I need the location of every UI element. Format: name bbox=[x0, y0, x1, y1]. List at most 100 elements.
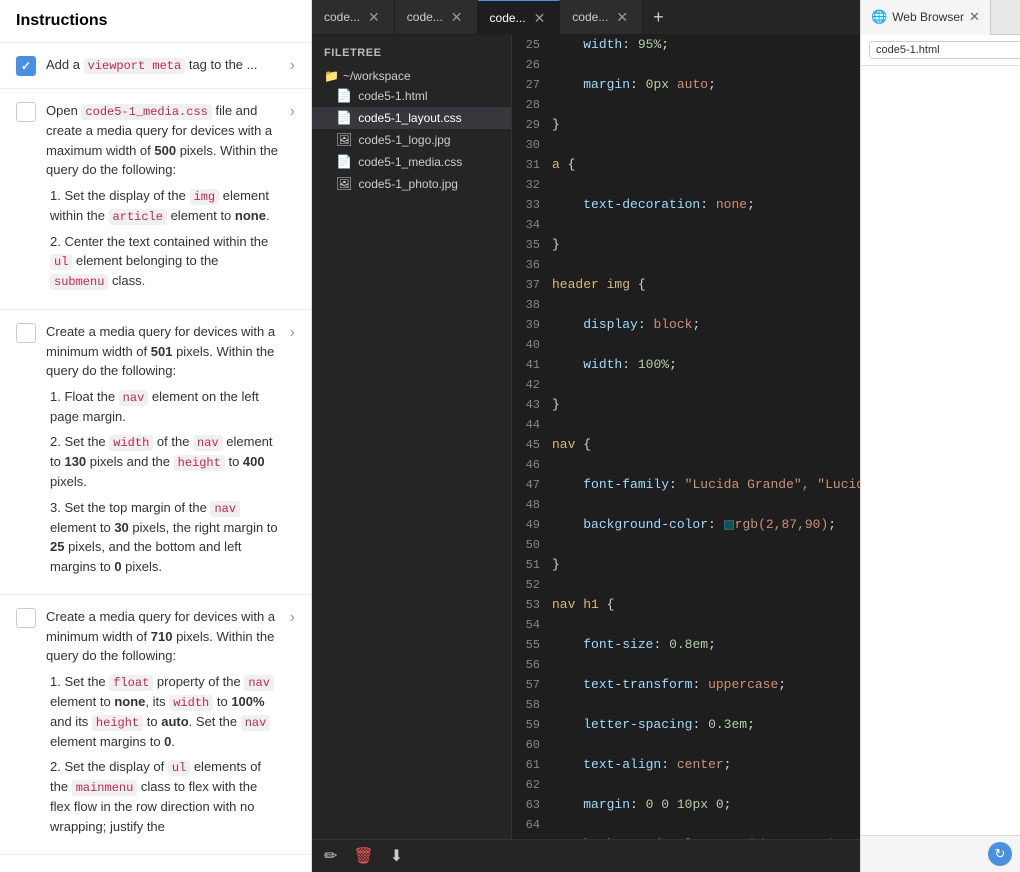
sub-item-2-2: Center the text contained within the ul … bbox=[50, 232, 280, 292]
task-content-3: Create a media query for devices with a … bbox=[46, 322, 280, 582]
code-line-62: 62 bbox=[512, 775, 860, 795]
code-line-53: 53 nav h1 { bbox=[512, 595, 860, 615]
file-icon-html: 📄 bbox=[336, 88, 352, 104]
task-checkbox-1[interactable] bbox=[16, 56, 36, 76]
browser-address-bar: ↗ bbox=[861, 35, 1020, 66]
tab-4-label: code... bbox=[572, 10, 608, 24]
instructions-header: Instructions bbox=[0, 0, 311, 43]
code-line-46: 46 bbox=[512, 455, 860, 475]
task-content-4: Create a media query for devices with a … bbox=[46, 607, 280, 842]
file-icon-photo: 🖼 bbox=[336, 176, 353, 192]
code-line-42: 42 bbox=[512, 375, 860, 395]
code-line-25: 25 width: 95%; bbox=[512, 35, 860, 55]
browser-tab-close[interactable]: ✕ bbox=[969, 9, 980, 25]
tab-1[interactable]: code... ✕ bbox=[312, 0, 395, 35]
tab-add-button[interactable]: + bbox=[643, 7, 674, 28]
folder-icon: 📁 bbox=[324, 69, 339, 83]
browser-tab[interactable]: 🌐 Web Browser ✕ bbox=[861, 0, 991, 35]
color-swatch-1 bbox=[724, 520, 734, 530]
code-line-33: 33 text-decoration: none; bbox=[512, 195, 860, 215]
sub-item-4-2: Set the display of ul elements of the ma… bbox=[50, 757, 280, 836]
code-line-38: 38 bbox=[512, 295, 860, 315]
file-icon-layout: 📄 bbox=[336, 110, 352, 126]
browser-tab-label: Web Browser bbox=[892, 10, 964, 24]
file-label-html: code5-1.html bbox=[358, 89, 427, 103]
code-line-50: 50 bbox=[512, 535, 860, 555]
code-line-55: 55 font-size: 0.8em; bbox=[512, 635, 860, 655]
code-submenu: submenu bbox=[50, 274, 108, 290]
code-viewport: viewport meta bbox=[84, 58, 186, 74]
code-line-45: 45 nav { bbox=[512, 435, 860, 455]
code-line-63: 63 margin: 0 0 10px 0; bbox=[512, 795, 860, 815]
code-img: img bbox=[190, 189, 220, 205]
file-label-logo: code5-1_logo.jpg bbox=[359, 133, 451, 147]
code-line-47: 47 font-family: "Lucida Grande", "Lucid … bbox=[512, 475, 860, 495]
code-line-56: 56 bbox=[512, 655, 860, 675]
browser-tabs: 🌐 Web Browser ✕ bbox=[861, 0, 1020, 35]
file-item-logo[interactable]: 🖼 code5-1_logo.jpg bbox=[312, 129, 511, 151]
pencil-icon[interactable]: ✏ bbox=[324, 846, 337, 866]
tab-2[interactable]: code... ✕ bbox=[395, 0, 478, 35]
code-nav-2: nav bbox=[193, 435, 223, 451]
code-nav-1: nav bbox=[119, 390, 149, 406]
file-item-photo[interactable]: 🖼 code5-1_photo.jpg bbox=[312, 173, 511, 195]
code-line-40: 40 bbox=[512, 335, 860, 355]
code-article: article bbox=[109, 209, 167, 225]
browser-address-input[interactable] bbox=[869, 41, 1020, 59]
code-line-27: 27 margin: 0px auto; bbox=[512, 75, 860, 95]
tab-3[interactable]: code... ✕ bbox=[478, 0, 561, 35]
task-arrow-4[interactable]: › bbox=[290, 609, 295, 627]
tab-1-close[interactable]: ✕ bbox=[366, 8, 382, 26]
sub-item-2-1: Set the display of the img element withi… bbox=[50, 186, 280, 226]
editor-area: FILETREE 📁 ~/workspace 📄 code5-1.html 📄 … bbox=[312, 35, 860, 839]
code-line-26: 26 bbox=[512, 55, 860, 75]
task-content-2: Open code5-1_media.css file and create a… bbox=[46, 101, 280, 297]
browser-panel: 🌐 Web Browser ✕ ↗ ↻ bbox=[860, 0, 1020, 872]
refresh-button[interactable]: ↻ bbox=[988, 842, 1012, 866]
code-media-css: code5-1_media.css bbox=[81, 104, 211, 120]
task-item-1: Add a viewport meta tag to the ... › bbox=[0, 43, 311, 89]
code-line-36: 36 bbox=[512, 255, 860, 275]
delete-icon[interactable]: 🗑 bbox=[353, 846, 373, 866]
code-width-1: width bbox=[109, 435, 153, 451]
code-line-52: 52 bbox=[512, 575, 860, 595]
code-height-1: height bbox=[174, 455, 225, 471]
tab-2-close[interactable]: ✕ bbox=[449, 8, 465, 26]
tab-4-close[interactable]: ✕ bbox=[614, 8, 630, 26]
file-tree-header: FILETREE bbox=[312, 43, 511, 67]
file-item-html[interactable]: 📄 code5-1.html bbox=[312, 85, 511, 107]
code-line-39: 39 display: block; bbox=[512, 315, 860, 335]
code-width-2: width bbox=[169, 695, 213, 711]
tabs-bar: code... ✕ code... ✕ code... ✕ code... ✕ … bbox=[312, 0, 860, 35]
task-item-2: Open code5-1_media.css file and create a… bbox=[0, 89, 311, 310]
code-line-37: 37 header img { bbox=[512, 275, 860, 295]
task-checkbox-3[interactable] bbox=[16, 323, 36, 343]
code-line-44: 44 bbox=[512, 415, 860, 435]
code-line-34: 34 bbox=[512, 215, 860, 235]
task-checkbox-2[interactable] bbox=[16, 102, 36, 122]
editor-toolbar: ✏ 🗑 ⬇ bbox=[312, 839, 860, 872]
code-editor[interactable]: 25 width: 95%; 26 27 margin: 0px auto; 2… bbox=[512, 35, 860, 839]
download-icon[interactable]: ⬇ bbox=[390, 846, 403, 866]
task-checkbox-4[interactable] bbox=[16, 608, 36, 628]
file-icon-media: 📄 bbox=[336, 154, 352, 170]
file-label-layout: code5-1_layout.css bbox=[358, 111, 461, 125]
file-item-media-css[interactable]: 📄 code5-1_media.css bbox=[312, 151, 511, 173]
task-arrow-1[interactable]: › bbox=[290, 57, 295, 75]
sub-item-4-1: Set the float property of the nav elemen… bbox=[50, 672, 280, 752]
task-arrow-2[interactable]: › bbox=[290, 103, 295, 121]
code-line-59: 59 letter-spacing: 0.3em; bbox=[512, 715, 860, 735]
code-nav-4: nav bbox=[244, 675, 274, 691]
task-arrow-3[interactable]: › bbox=[290, 324, 295, 342]
code-line-54: 54 bbox=[512, 615, 860, 635]
code-line-49: 49 background-color: rgb(2,87,90); bbox=[512, 515, 860, 535]
instructions-title: Instructions bbox=[16, 12, 108, 30]
code-mainmenu: mainmenu bbox=[72, 780, 138, 796]
file-item-layout-css[interactable]: 📄 code5-1_layout.css bbox=[312, 107, 511, 129]
workspace-label: 📁 ~/workspace bbox=[312, 67, 511, 85]
task-item-4: Create a media query for devices with a … bbox=[0, 595, 311, 855]
tab-4[interactable]: code... ✕ bbox=[560, 0, 643, 35]
tab-3-close[interactable]: ✕ bbox=[532, 9, 548, 27]
tab-1-label: code... bbox=[324, 10, 360, 24]
tab-2-label: code... bbox=[407, 10, 443, 24]
